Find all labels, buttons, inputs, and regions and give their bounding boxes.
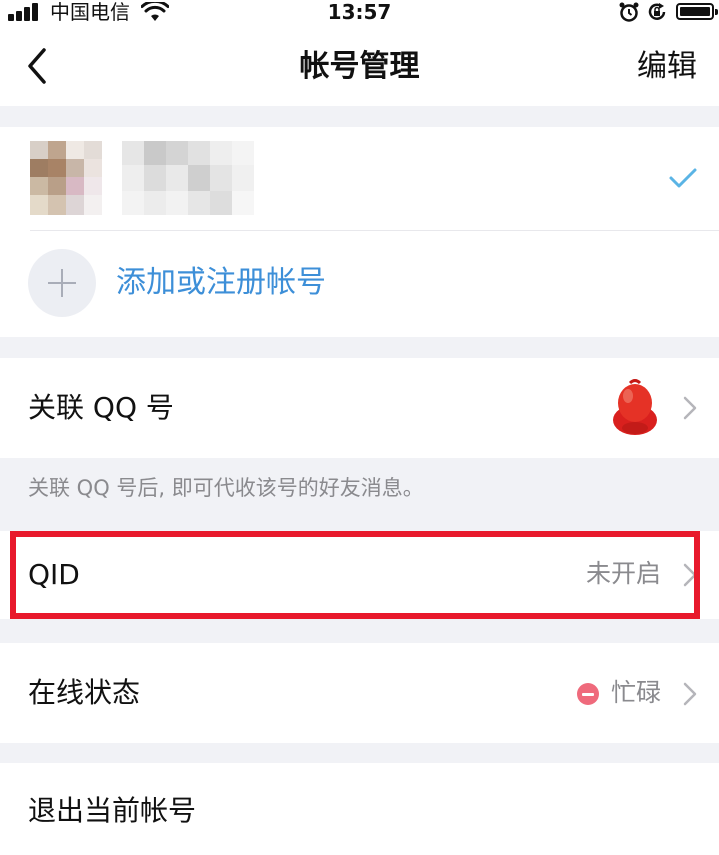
- online-status-value: 忙碌: [611, 678, 662, 707]
- logout-label: 退出当前帐号: [28, 794, 197, 827]
- add-account-link[interactable]: 添加或注册帐号: [116, 265, 326, 301]
- battery-icon: [676, 3, 718, 20]
- check-icon: [669, 168, 697, 188]
- status-bar: 中国电信 13:57: [0, 0, 719, 28]
- edit-button[interactable]: 编辑: [637, 49, 697, 85]
- plus-icon[interactable]: [28, 249, 96, 317]
- chevron-right-icon: [683, 682, 697, 706]
- online-status-label: 在线状态: [28, 676, 141, 709]
- page-title: 帐号管理: [299, 49, 420, 84]
- clock-time: 13:57: [327, 0, 392, 24]
- divider: [30, 230, 719, 231]
- highlight-box: [10, 531, 700, 619]
- online-status-row[interactable]: 在线状态 忙碌: [0, 643, 719, 743]
- chevron-right-icon: [683, 396, 697, 420]
- link-qq-label: 关联 QQ 号: [28, 391, 174, 424]
- logout-row[interactable]: 退出当前帐号: [0, 763, 719, 855]
- link-qq-row[interactable]: 关联 QQ 号: [0, 358, 719, 458]
- account-name-blurred: [122, 141, 262, 215]
- qq-penguin-icon: [613, 379, 657, 435]
- navigation-bar: 帐号管理 编辑: [0, 28, 719, 106]
- link-qq-note: 关联 QQ 号后, 即可代收该号的好友消息。: [28, 476, 424, 500]
- busy-status-icon: [577, 683, 599, 705]
- rotation-lock-icon: [648, 3, 666, 20]
- avatar[interactable]: [30, 141, 102, 215]
- alarm-icon: [619, 2, 639, 22]
- account-card: 添加或注册帐号: [0, 127, 719, 337]
